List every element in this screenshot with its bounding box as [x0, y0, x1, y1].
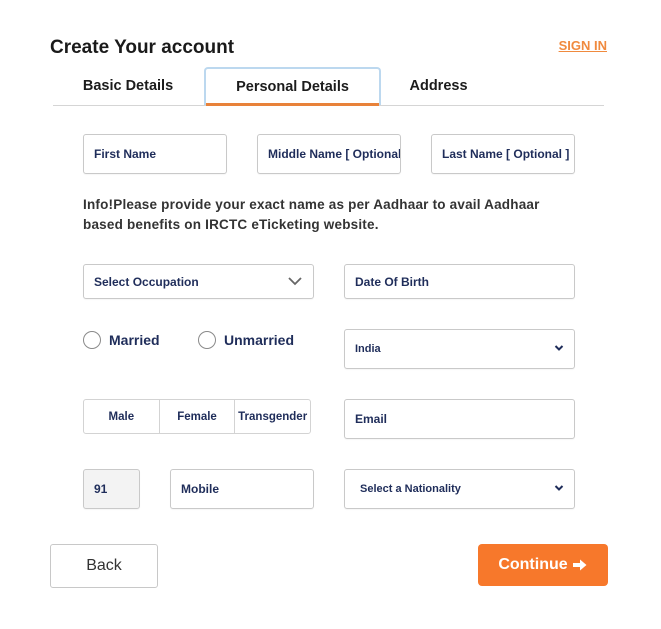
continue-button[interactable]: Continue — [478, 544, 608, 586]
last-name-input[interactable]: Last Name [ Optional ] — [431, 134, 575, 174]
arrow-right-icon — [572, 558, 588, 572]
unmarried-radio[interactable]: Unmarried — [198, 331, 294, 349]
gender-toggle-group: Male Female Transgender — [83, 399, 311, 434]
gender-transgender-button[interactable]: Transgender — [235, 400, 310, 433]
chevron-down-icon — [287, 275, 303, 289]
aadhaar-info-text: Info!Please provide your exact name as p… — [83, 197, 540, 232]
page-title: Create Your account — [50, 37, 235, 58]
tab-bar: Basic Details Personal Details Address — [53, 67, 604, 106]
email-input[interactable]: Email — [344, 399, 575, 439]
country-select[interactable]: India — [344, 329, 575, 369]
tab-address[interactable]: Address — [381, 67, 496, 104]
chevron-down-icon — [554, 343, 564, 355]
mobile-input[interactable]: Mobile — [170, 469, 314, 509]
occupation-value: Select Occupation — [94, 274, 199, 289]
married-label: Married — [109, 332, 160, 348]
radio-circle-icon — [83, 331, 101, 349]
back-button[interactable]: Back — [50, 544, 158, 588]
unmarried-label: Unmarried — [224, 332, 295, 348]
continue-label: Continue — [498, 556, 568, 573]
first-name-input[interactable]: First Name — [83, 134, 227, 174]
nationality-select[interactable]: Select a Nationality — [344, 469, 575, 509]
middle-name-input[interactable]: Middle Name [ Optional ] — [257, 134, 401, 174]
radio-circle-icon — [198, 331, 216, 349]
gender-female-button[interactable]: Female — [160, 400, 236, 433]
chevron-down-icon — [554, 483, 564, 495]
nationality-value: Select a Nationality — [360, 483, 461, 495]
country-code-field: 91 — [83, 469, 140, 509]
date-of-birth-input[interactable]: Date Of Birth — [344, 264, 575, 299]
married-radio[interactable]: Married — [83, 331, 160, 349]
country-value: India — [355, 343, 381, 355]
tab-basic-details[interactable]: Basic Details — [53, 67, 203, 104]
gender-male-button[interactable]: Male — [84, 400, 160, 433]
occupation-select[interactable]: Select Occupation — [83, 264, 314, 299]
sign-in-link[interactable]: SIGN IN — [559, 38, 607, 53]
tab-personal-details[interactable]: Personal Details — [204, 67, 381, 106]
